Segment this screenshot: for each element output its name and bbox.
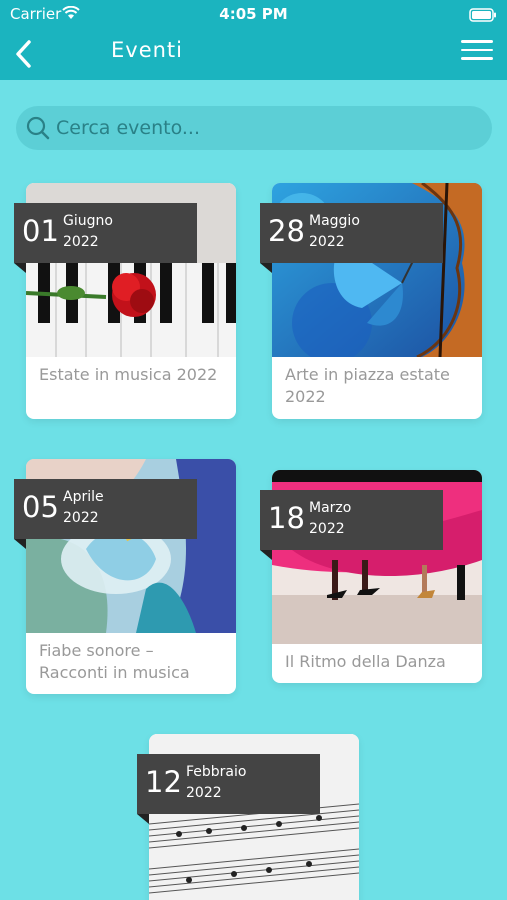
date-badge: 18 Marzo 2022 xyxy=(260,490,443,560)
date-badge: 12 Febbraio 2022 xyxy=(137,754,320,824)
menu-button[interactable] xyxy=(461,40,493,66)
event-title: Il Ritmo della Danza xyxy=(285,652,446,671)
event-card[interactable]: 28 Maggio 2022 Arte in piazza estate 202… xyxy=(260,183,482,419)
event-card[interactable]: 05 Aprile 2022 Fiabe sonore – Racconti i… xyxy=(14,459,236,694)
event-month: Maggio xyxy=(309,213,360,229)
event-card[interactable]: 01 Giugno 2022 Estate in musica 2022 xyxy=(14,183,236,419)
event-year: 2022 xyxy=(63,234,99,250)
nav-bar: Eventi xyxy=(0,28,507,80)
event-month: Aprile xyxy=(63,489,104,505)
status-time: 4:05 PM xyxy=(219,5,288,23)
back-button[interactable] xyxy=(8,36,38,72)
search-icon xyxy=(26,116,50,140)
date-badge: 28 Maggio 2022 xyxy=(260,203,443,273)
battery-icon xyxy=(469,7,497,26)
hamburger-icon xyxy=(461,40,493,43)
event-day: 18 xyxy=(268,501,305,535)
event-card[interactable]: 12 Febbraio 2022 xyxy=(137,734,359,900)
chevron-left-icon xyxy=(16,40,31,68)
date-badge: 05 Aprile 2022 xyxy=(14,479,197,549)
event-title: Estate in musica 2022 xyxy=(39,365,218,384)
event-year: 2022 xyxy=(309,521,345,537)
event-month: Giugno xyxy=(63,213,113,229)
event-year: 2022 xyxy=(309,234,345,250)
event-card[interactable]: 18 Marzo 2022 Il Ritmo della Danza xyxy=(260,470,482,683)
status-bar: Carrier 4:05 PM xyxy=(0,0,507,28)
search-input[interactable] xyxy=(56,117,476,139)
search-bar[interactable] xyxy=(16,106,492,150)
date-badge: 01 Giugno 2022 xyxy=(14,203,197,273)
event-title: Arte in piazza estate 2022 xyxy=(285,365,450,406)
event-day: 01 xyxy=(22,214,59,248)
app-header: Carrier 4:05 PM Eventi xyxy=(0,0,507,80)
event-year: 2022 xyxy=(186,785,222,801)
event-month: Febbraio xyxy=(186,764,247,780)
event-day: 12 xyxy=(145,765,182,799)
event-year: 2022 xyxy=(63,510,99,526)
event-day: 28 xyxy=(268,214,305,248)
page-title: Eventi xyxy=(111,38,183,62)
event-month: Marzo xyxy=(309,500,352,516)
event-title: Fiabe sonore – Racconti in musica xyxy=(39,641,190,682)
event-day: 05 xyxy=(22,490,59,524)
